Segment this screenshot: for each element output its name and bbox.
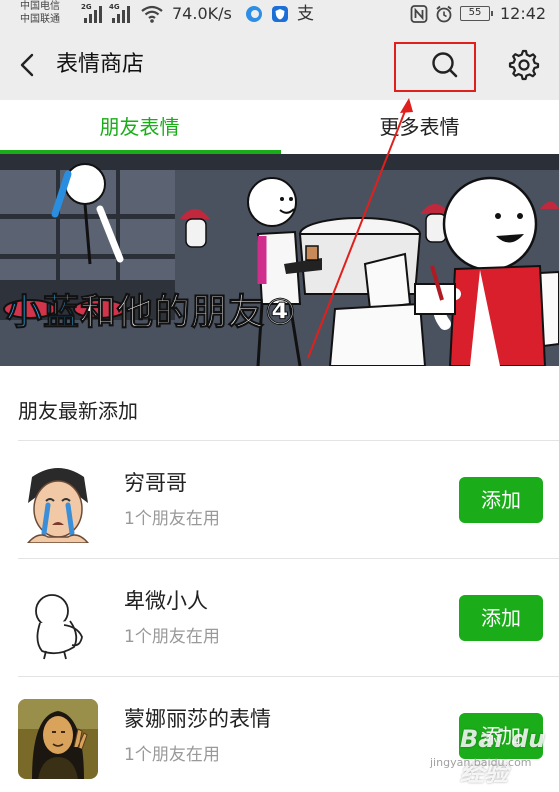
back-arrow-icon xyxy=(20,53,34,77)
carrier-2: 中国联通 xyxy=(20,14,60,25)
shield-icon xyxy=(270,4,290,29)
add-sticker-button[interactable]: 添加 xyxy=(459,595,543,641)
carrier-labels: 中国电信 中国联通 xyxy=(20,0,60,26)
tab-bar: 朋友表情 更多表情 xyxy=(0,100,559,154)
tab-more-stickers[interactable]: 更多表情 xyxy=(280,100,559,154)
crying-man-icon xyxy=(18,463,98,543)
sticker-name: 卑微小人 xyxy=(124,589,208,613)
baidu-watermark: Bai du 经验 jingyan.baidu.com xyxy=(430,722,550,787)
annotation-highlight-box xyxy=(394,42,476,92)
bowing-figure-icon xyxy=(18,581,98,661)
sticker-usage: 1个朋友在用 xyxy=(124,509,220,529)
page-title: 表情商店 xyxy=(56,52,145,77)
sticker-usage: 1个朋友在用 xyxy=(124,627,220,647)
section-title: 朋友最新添加 xyxy=(18,399,138,423)
banner-title-highlight: 小蓝 xyxy=(5,292,81,334)
carrier-1: 中国电信 xyxy=(20,1,60,12)
signal-1-type: 2G xyxy=(81,3,92,11)
alarm-icon xyxy=(434,4,454,29)
sticker-row[interactable]: 穷哥哥 1个朋友在用 添加 xyxy=(0,441,559,559)
clock: 12:42 xyxy=(500,4,547,23)
mona-lisa-icon xyxy=(18,699,98,779)
tab-friends-stickers[interactable]: 朋友表情 xyxy=(0,100,279,154)
watermark-url: jingyan.baidu.com xyxy=(430,756,532,769)
add-sticker-button[interactable]: 添加 xyxy=(459,477,543,523)
battery-icon: 55 xyxy=(460,6,493,21)
sticker-row[interactable]: 卑微小人 1个朋友在用 添加 xyxy=(0,559,559,677)
promo-banner[interactable]: 小蓝和他的朋友④ xyxy=(0,154,559,366)
network-speed: 74.0K/s xyxy=(172,4,232,23)
wifi-icon xyxy=(140,4,164,28)
sticker-name: 穷哥哥 xyxy=(124,471,187,495)
browser-icon xyxy=(244,4,264,29)
alipay-icon: 支 xyxy=(297,4,314,24)
back-button[interactable] xyxy=(14,50,44,80)
nfc-icon xyxy=(410,4,428,29)
banner-title-rest: 和他的朋友④ xyxy=(80,292,297,334)
settings-button[interactable] xyxy=(507,48,541,82)
signal-icon: 2G xyxy=(81,3,104,28)
gear-icon xyxy=(508,49,540,81)
sticker-name: 蒙娜丽莎的表情 xyxy=(124,707,271,731)
signal-2-type: 4G xyxy=(109,3,120,11)
status-bar: 中国电信 中国联通 2G 4G 74.0K/s 支 55 12:42 xyxy=(0,0,559,30)
banner-title: 小蓝和他的朋友④ xyxy=(5,289,297,337)
sticker-usage: 1个朋友在用 xyxy=(124,745,220,765)
signal-icon: 4G xyxy=(109,3,132,28)
